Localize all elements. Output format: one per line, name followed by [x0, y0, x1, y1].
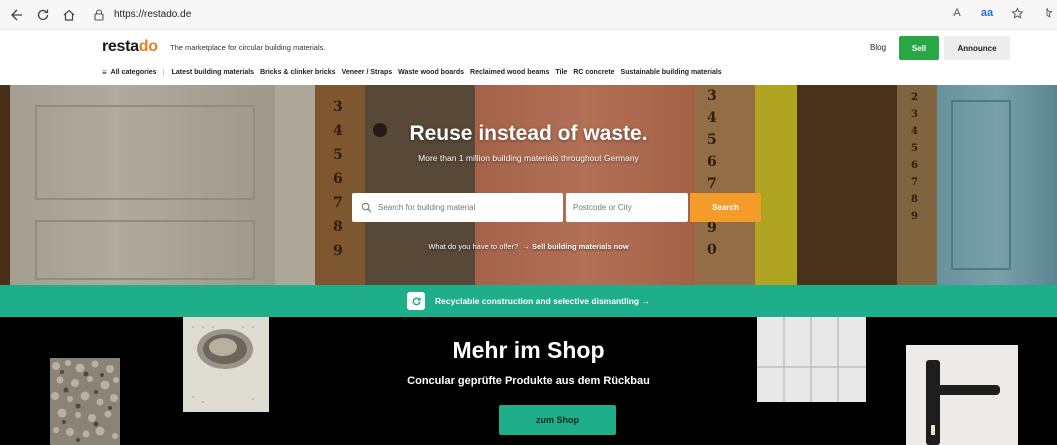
address-bar[interactable]: https://restado.de — [92, 4, 191, 26]
hero-overlay — [0, 85, 1057, 285]
back-icon[interactable] — [6, 4, 28, 26]
sell-button[interactable]: Sell — [899, 36, 939, 60]
browser-actions: A aa — [949, 4, 1055, 22]
category-link[interactable]: Sustainable building materials — [621, 69, 722, 76]
refresh-icon[interactable] — [32, 4, 54, 26]
announce-button[interactable]: Announce — [944, 36, 1010, 60]
read-aloud-icon[interactable]: A — [949, 4, 965, 22]
shop-subtitle: Concular geprüfte Produkte aus dem Rückb… — [407, 375, 650, 387]
hero-subtitle: More than 1 million building materials t… — [418, 153, 639, 163]
collections-icon[interactable] — [1039, 4, 1055, 22]
tagline: The marketplace for circular building ma… — [170, 43, 326, 52]
logo-text: resta — [102, 38, 139, 55]
gravel-image — [50, 358, 120, 445]
menu-icon[interactable]: ≡ — [102, 68, 107, 77]
translate-label: aa — [980, 7, 994, 19]
home-icon[interactable] — [58, 4, 80, 26]
category-link[interactable]: Latest building materials — [172, 69, 254, 76]
category-link[interactable]: Bricks & clinker bricks — [260, 69, 336, 76]
favorites-icon[interactable] — [1009, 4, 1025, 22]
translate-icon[interactable]: aa — [979, 4, 995, 22]
search-button[interactable]: Search — [690, 193, 761, 222]
site-header: restado The marketplace for circular bui… — [0, 30, 1057, 85]
search-input[interactable]: Search for building material — [352, 193, 563, 222]
lock-icon — [94, 8, 104, 21]
category-link[interactable]: Tile — [555, 69, 567, 76]
shop-section: Mehr im Shop Concular geprüfte Produkte … — [0, 317, 1057, 445]
shop-button[interactable]: zum Shop — [499, 405, 616, 435]
hero-section: 3456789 34567890 23456789 Reuse instead … — [0, 85, 1057, 285]
read-aloud-label: A — [953, 7, 961, 19]
logo[interactable]: restado — [102, 38, 158, 56]
recycling-banner[interactable]: Recyclable construction and selective di… — [0, 285, 1057, 317]
search-placeholder: Search for building material — [378, 203, 476, 212]
hero-title: Reuse instead of waste. — [409, 122, 648, 145]
browser-toolbar: https://restado.de A aa — [0, 0, 1057, 30]
offer-question: What do you have to offer? — [428, 242, 519, 251]
sell-materials-link[interactable]: → Sell building materials now — [522, 242, 628, 251]
postcode-input[interactable]: Postcode or City — [566, 193, 688, 222]
search-icon — [361, 202, 372, 213]
offer-line: What do you have to offer? → Sell buildi… — [0, 242, 1057, 251]
postcode-placeholder: Postcode or City — [573, 203, 632, 212]
all-categories-link[interactable]: All categories — [111, 69, 164, 76]
category-link[interactable]: Veneer / Straps — [342, 69, 393, 76]
url-text: https://restado.de — [114, 9, 192, 20]
category-link[interactable]: Waste wood boards — [398, 69, 464, 76]
category-bar: ≡ All categories Latest building materia… — [102, 68, 728, 77]
shop-title: Mehr im Shop — [452, 337, 605, 363]
logo-accent: do — [138, 38, 158, 55]
blog-link[interactable]: Blog — [870, 43, 886, 52]
banner-text: Recyclable construction and selective di… — [435, 296, 650, 306]
recycle-icon — [407, 292, 426, 310]
spotlight-image — [183, 317, 269, 412]
category-link[interactable]: Reclaimed wood beams — [470, 69, 549, 76]
category-link[interactable]: RC concrete — [573, 69, 614, 76]
